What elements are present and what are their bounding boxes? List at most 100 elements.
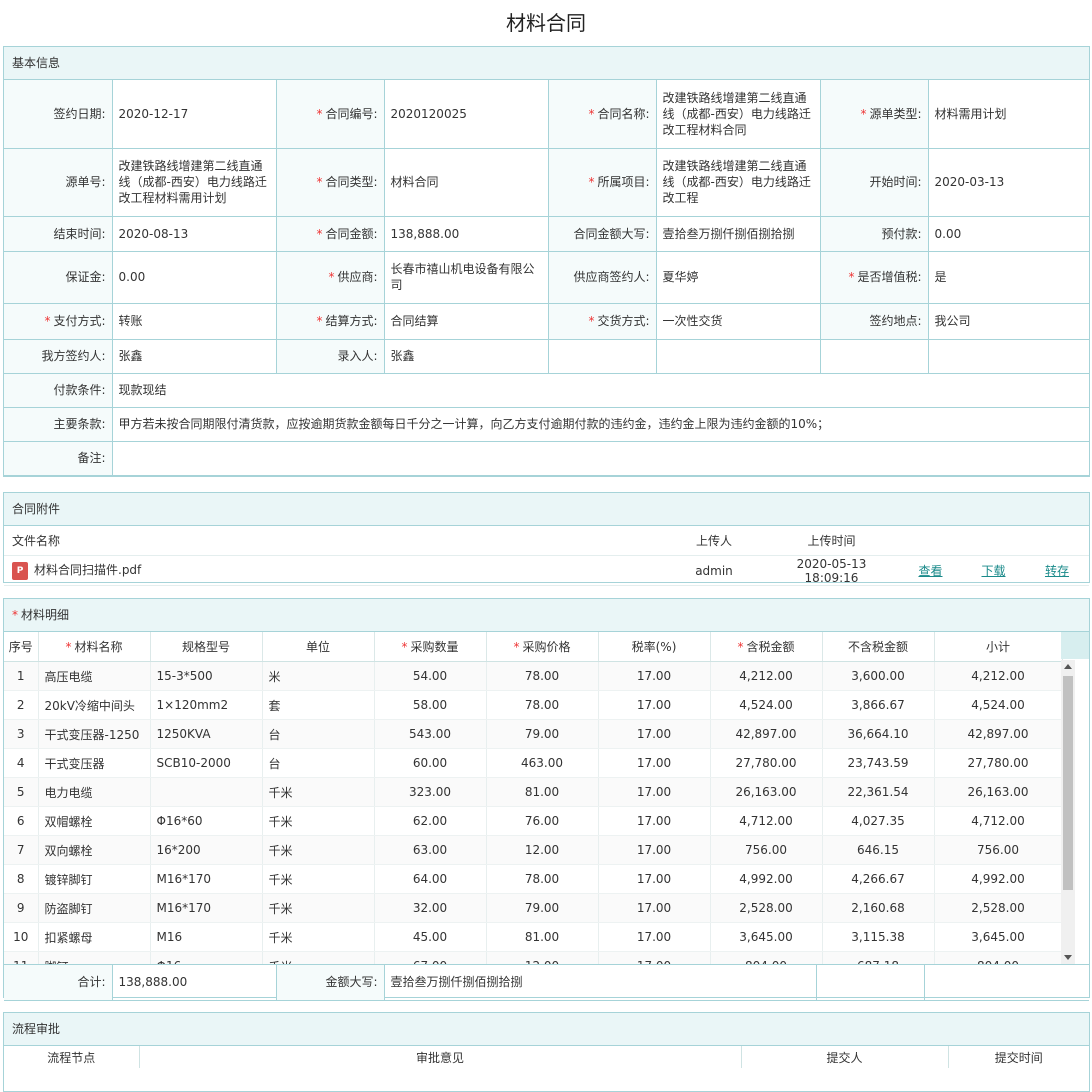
scroll-up-arrow[interactable]	[1064, 664, 1072, 669]
table-row[interactable]: 8 镀锌脚钉 M16*170 千米 64.00 78.00 17.00 4,992.00 4,2…	[4, 864, 1062, 894]
basic-row-r2: 源单号: 改建铁路线增建第二线直通线（成都-西安）电力线路迁改工程材料需用计划 * 合…	[4, 148, 1089, 217]
basic-row-r4: 保证金: 0.00 * 供应商: 长春市禧山机电设备有限公司 供应商签约人: 夏华婷 * 是否增…	[4, 251, 1089, 304]
grid-cell: M16*170	[150, 864, 263, 894]
grid-cell: 千米	[262, 922, 375, 952]
materials-grid-body: 1 高压电缆 15-3*500 米 54.00 78.00 17.00 4,212.00 3,6…	[4, 662, 1062, 964]
grid-cell: 双帽螺栓	[38, 806, 151, 836]
field-value-r5-2: 一次性交货	[656, 303, 821, 340]
field-value-r5-3: 我公司	[928, 303, 1089, 340]
table-row[interactable]: 1 高压电缆 15-3*500 米 54.00 78.00 17.00 4,212.00 3,6…	[4, 662, 1062, 691]
grid-cell: 3,866.67	[822, 690, 935, 720]
pay-value: 现款现结	[112, 373, 1089, 408]
file-uploader: admin	[664, 555, 764, 586]
grid-cell: 5	[4, 777, 39, 807]
grid-col-2[interactable]: 规格型号	[150, 632, 263, 662]
grid-col-5[interactable]: * 采购价格	[486, 632, 599, 662]
upper-value: 壹拾叁万捌仟捌佰捌拾捌	[384, 965, 817, 1001]
grid-cell: 4	[4, 748, 39, 778]
grid-cell: 804.00	[934, 951, 1062, 964]
grid-cell: 1	[4, 662, 39, 691]
file-name[interactable]: 材料合同扫描件.pdf	[34, 563, 141, 577]
grid-cell: 687.18	[822, 951, 935, 964]
grid-cell: 千米	[262, 835, 375, 865]
field-value-r5-0: 转账	[112, 303, 277, 340]
grid-cell: 17.00	[598, 806, 711, 836]
materials-grid[interactable]: 序号 * 材料名称 规格型号 单位 * 采购数量 * 采购价格 税率(%) * 含税金额 不含税金额 小计…	[4, 632, 1089, 965]
flow-panel: 流程审批 流程节点 审批意见 提交人 提交时间	[3, 1012, 1090, 1092]
basic-info-panel: 基本信息 签约日期: 2020-12-17 * 合同编号: 2020120025 * 合同名…	[3, 46, 1090, 477]
view-link[interactable]: 查看	[918, 564, 942, 578]
grid-cell: 千米	[262, 777, 375, 807]
field-value-r2-3: 2020-03-13	[928, 148, 1089, 217]
basic-row-r6: 我方签约人: 张鑫 录入人: 张鑫	[4, 339, 1089, 374]
table-row[interactable]: 6 双帽螺栓 Φ16*60 千米 62.00 76.00 17.00 4,712.00 4,02…	[4, 806, 1062, 836]
scroll-down-arrow[interactable]	[1064, 955, 1072, 960]
grid-col-1[interactable]: * 材料名称	[38, 632, 151, 662]
table-row[interactable]: 7 双向螺栓 16*200 千米 63.00 12.00 17.00 756.00 646.15…	[4, 835, 1062, 865]
table-row[interactable]: 5 电力电缆 千米 323.00 81.00 17.00 26,163.00 22,361.5…	[4, 777, 1062, 807]
grid-cell: 12.00	[486, 951, 599, 964]
grid-cell: 26,163.00	[710, 777, 823, 807]
page-title: 材料合同	[506, 11, 586, 35]
scroll-thumb[interactable]	[1063, 676, 1073, 890]
grid-col-8[interactable]: 不含税金额	[822, 632, 935, 662]
grid-cell: 20kV冷缩中间头	[38, 690, 151, 720]
field-value-r4-3: 是	[928, 251, 1089, 304]
grid-col-3[interactable]: 单位	[262, 632, 375, 662]
grid-cell: 79.00	[486, 893, 599, 923]
field-value-r2-0: 改建铁路线增建第二线直通线（成都-西安）电力线路迁改工程材料需用计划	[112, 148, 277, 217]
table-row[interactable]: 9 防盗脚钉 M16*170 千米 32.00 79.00 17.00 2,528.00 2,1…	[4, 893, 1062, 923]
grid-cell: 6	[4, 806, 39, 836]
materials-scrollbar[interactable]	[1061, 660, 1075, 964]
grid-cell: 543.00	[374, 719, 487, 749]
field-label-r2-1: * 合同类型:	[276, 148, 385, 217]
field-label-r4-0: 保证金:	[4, 251, 113, 304]
save-link[interactable]: 转存	[1045, 564, 1069, 578]
grid-col-7[interactable]: * 含税金额	[710, 632, 823, 662]
grid-cell: 千米	[262, 893, 375, 923]
field-value-r1-2: 改建铁路线增建第二线直通线（成都-西安）电力线路迁改工程材料合同	[656, 80, 821, 149]
grid-cell: 干式变压器-1250	[38, 719, 151, 749]
grid-cell: 套	[262, 690, 375, 720]
field-label-r4-1: * 供应商:	[276, 251, 385, 304]
basic-info-header: 基本信息	[4, 47, 1089, 80]
grid-cell: 16*200	[150, 835, 263, 865]
download-link[interactable]: 下载	[981, 564, 1005, 578]
grid-cell: 42,897.00	[710, 719, 823, 749]
grid-cell: 4,524.00	[710, 690, 823, 720]
grid-cell: 23,743.59	[822, 748, 935, 778]
grid-cell: 27,780.00	[934, 748, 1062, 778]
upper-label: 金额大写:	[276, 965, 385, 1001]
grid-cell: Φ16	[150, 951, 263, 964]
table-row[interactable]: 11脚钉Φ16千米67.0012.0017.00804.00687.18804.…	[4, 951, 1062, 964]
grid-cell: 2	[4, 690, 39, 720]
field-label-r3-2: 合同金额大写:	[548, 216, 657, 252]
table-row[interactable]: 10 扣紧螺母 M16 千米 45.00 81.00 17.00 3,645.00 3,115.…	[4, 922, 1062, 952]
grid-col-4[interactable]: * 采购数量	[374, 632, 487, 662]
grid-col-0[interactable]: 序号	[4, 632, 39, 662]
table-row[interactable]: 3 干式变压器-1250 1250KVA 台 543.00 79.00 17.00 42,89…	[4, 719, 1062, 749]
col-submitter: 提交人	[741, 1046, 949, 1068]
grid-cell: 17.00	[598, 777, 711, 807]
grid-cell: 2,528.00	[934, 893, 1062, 923]
field-value-r2-2: 改建铁路线增建第二线直通线（成都-西安）电力线路迁改工程	[656, 148, 821, 217]
field-label-r5-3: 签约地点:	[820, 303, 929, 340]
grid-cell: 756.00	[710, 835, 823, 865]
col-file-name: 文件名称	[4, 526, 664, 556]
grid-cell: M16*170	[150, 893, 263, 923]
grid-cell: 45.00	[374, 922, 487, 952]
basic-row-r3: 结束时间: 2020-08-13 * 合同金额: 138,888.00 合同金额大写: 壹拾…	[4, 216, 1089, 252]
grid-col-9[interactable]: 小计	[934, 632, 1063, 662]
grid-cell: 323.00	[374, 777, 487, 807]
grid-cell: 804.00	[710, 951, 823, 964]
grid-cell: 镀锌脚钉	[38, 864, 151, 894]
grid-col-6[interactable]: 税率(%)	[598, 632, 711, 662]
grid-cell: 3,115.38	[822, 922, 935, 952]
table-row[interactable]: 2 20kV冷缩中间头 1×120mm2 套 58.00 78.00 17.00 4,524.…	[4, 690, 1062, 720]
flow-header: 流程审批	[4, 1013, 1089, 1046]
field-label-r1-1: * 合同编号:	[276, 80, 385, 149]
grid-cell: 17.00	[598, 662, 711, 691]
file-upload-time: 2020-05-13 18:09:16	[764, 555, 899, 586]
field-label-r3-0: 结束时间:	[4, 216, 113, 252]
table-row[interactable]: 4 干式变压器 SCB10-2000 台 60.00 463.00 17.00 27,780.…	[4, 748, 1062, 778]
